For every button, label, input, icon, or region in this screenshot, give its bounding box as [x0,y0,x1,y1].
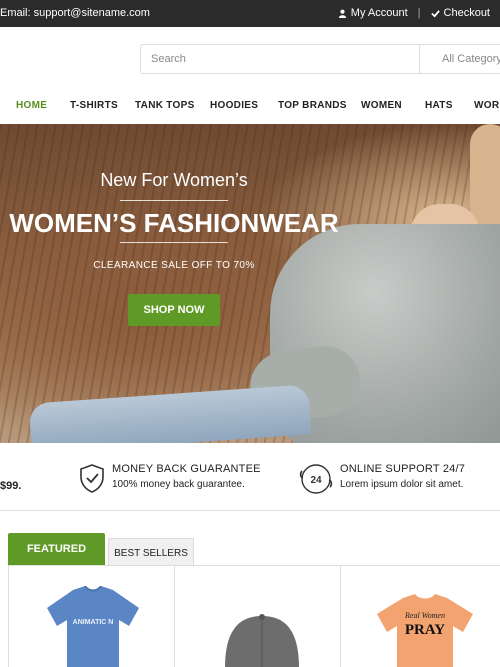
nav-item-top-brands[interactable]: TOP BRANDS [278,100,347,111]
shield-check-icon [80,464,104,493]
product-tabs: FEATURED BEST SELLERS [8,533,500,565]
hero-subtitle: New For Women’s [100,170,248,190]
product-grid: ANIMATIC N Real Women PRAY [8,565,500,667]
main-nav: HOME T-SHIRTS TANK TOPS HOODIES TOP BRAN… [0,92,500,122]
tab-best-sellers[interactable]: BEST SELLERS [108,538,194,565]
tab-featured[interactable]: FEATURED [8,533,105,565]
search-input[interactable] [141,45,419,73]
my-account-label: My Account [350,7,408,19]
product-card[interactable]: Real Women PRAY [340,566,500,667]
category-select[interactable]: All Category▼ [419,45,500,73]
top-bar: Email: support@sitename.com My Account |… [0,0,500,27]
hero-divider-bottom [120,242,228,243]
shirt-print-line2: PRAY [405,622,445,638]
check-icon [430,9,440,18]
support-email[interactable]: Email: support@sitename.com [0,7,150,19]
product-card[interactable] [174,566,341,667]
hero-divider-top [120,200,228,201]
feature-title: MONEY BACK GUARANTEE [112,463,261,475]
account-links: My Account | Checkout [338,7,490,19]
product-card[interactable]: ANIMATIC N [8,566,175,667]
shirt-print: ANIMATIC N [73,619,114,626]
nav-item-tank-tops[interactable]: TANK TOPS [135,100,195,111]
blue-tshirt-image: ANIMATIC N [47,586,139,667]
separator: | [417,7,421,19]
feature-partial-text: $99. [0,480,22,492]
shop-now-button[interactable]: SHOP NOW [128,294,220,326]
nav-item-home[interactable]: HOME [16,100,47,111]
nav-item-hats[interactable]: HATS [425,100,453,111]
category-label: All Category [442,53,500,65]
support-24-icon: 24 [299,464,333,494]
shirt-print-line1: Real Women [404,611,445,620]
nav-item-t-shirts[interactable]: T-SHIRTS [70,100,118,111]
hero-sale-text: CLEARANCE SALE OFF TO 70% [93,260,255,271]
checkout-link[interactable]: Checkout [430,7,490,19]
hero-banner: New For Women’s WOMEN’S FASHIONWEAR CLEA… [0,124,500,443]
feature-desc: 100% money back guarantee. [112,479,245,490]
nav-item-women[interactable]: WOMEN [361,100,402,111]
feature-desc: Lorem ipsum dolor sit amet. [340,479,464,490]
hero-title: WOMEN’S FASHIONWEAR [9,208,339,238]
nav-item-work[interactable]: WORK [474,100,500,111]
feature-money-back: MONEY BACK GUARANTEE 100% money back gua… [78,463,261,493]
feature-title: ONLINE SUPPORT 24/7 [340,463,466,475]
gray-cap-image [225,614,299,667]
hero-text: New For Women’s WOMEN’S FASHIONWEAR CLEA… [0,124,348,443]
svg-text:24: 24 [310,475,322,486]
user-icon [338,9,346,18]
feature-online-support: 24 ONLINE SUPPORT 24/7 Lorem ipsum dolor… [298,463,465,495]
features-strip: $99. MONEY BACK GUARANTEE 100% money bac… [0,443,500,511]
checkout-label: Checkout [443,7,490,19]
search-bar: All Category▼ [140,44,500,74]
orange-tshirt-image: Real Women PRAY [377,594,473,667]
nav-item-hoodies[interactable]: HOODIES [210,100,258,111]
my-account-link[interactable]: My Account [338,7,408,19]
